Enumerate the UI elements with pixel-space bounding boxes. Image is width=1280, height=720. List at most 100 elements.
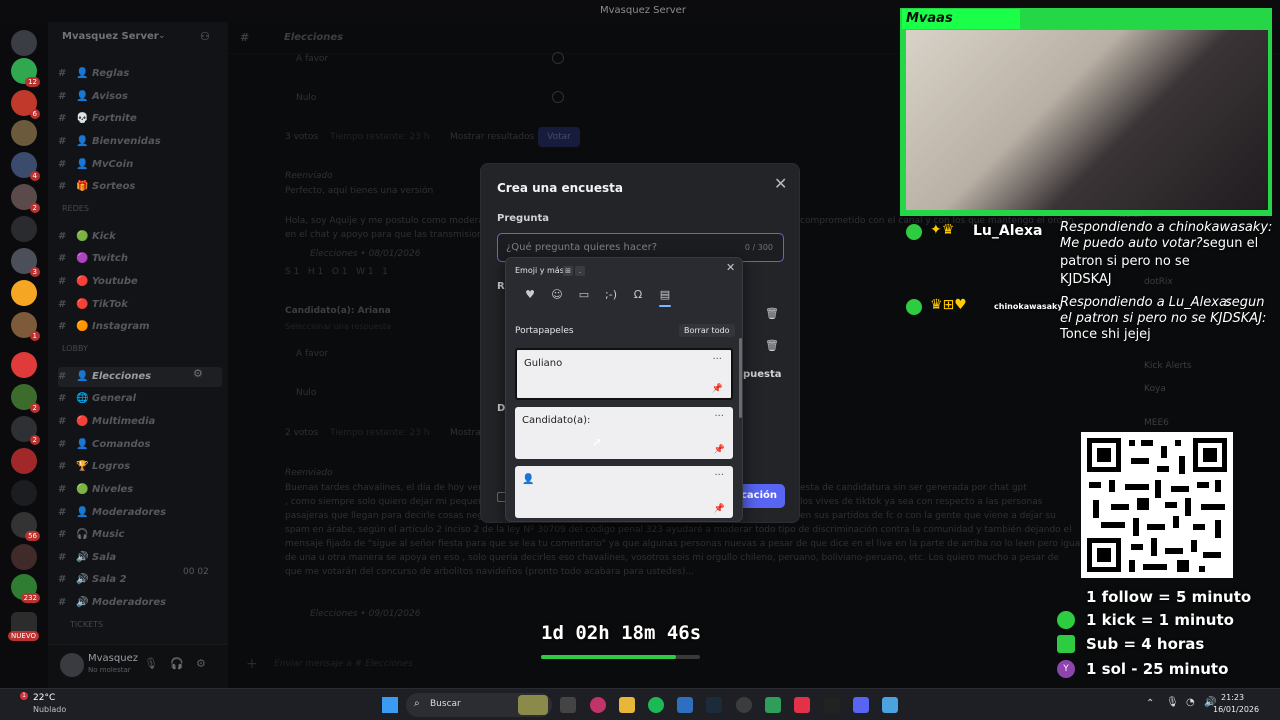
channel-item[interactable]: # 👤 Bienvenidas [58, 132, 222, 152]
user-settings-icon[interactable]: ⚙ [196, 657, 206, 670]
wifi-icon[interactable]: ◔ [1186, 697, 1195, 708]
server-icon[interactable]: 2 [11, 184, 40, 213]
mic-icon[interactable]: 🎙 [1166, 697, 1179, 708]
channel-item[interactable]: # 🎧 Music [58, 525, 222, 545]
taskbar-search[interactable]: ⌕ Buscar [406, 693, 552, 717]
pin-icon[interactable]: 📌 [714, 504, 725, 514]
clipboard-icon[interactable]: ▤ [658, 288, 672, 302]
server-icon[interactable] [11, 216, 37, 242]
badge: 2 [29, 203, 40, 213]
channel-item[interactable]: # 🌐 General [58, 389, 222, 409]
channel-label: Niveles [92, 484, 134, 495]
server-icon[interactable]: 2 [11, 416, 40, 445]
weather-status[interactable]: Nublado [33, 705, 66, 714]
server-icon[interactable] [11, 352, 37, 378]
clipboard-item[interactable]: 👤 ··· 📌 [515, 466, 733, 518]
add-friend-icon[interactable]: ⚇ [200, 30, 210, 43]
channel-item[interactable]: # 🏆 Logros [58, 457, 222, 477]
channel-item[interactable]: # 👤 Comandos [58, 435, 222, 455]
category-label[interactable]: LOBBY [62, 344, 88, 353]
more-icon[interactable]: ··· [714, 470, 724, 481]
add-answer-button[interactable]: puesta [743, 369, 782, 380]
notepad-icon[interactable] [882, 697, 898, 713]
server-icon[interactable] [11, 120, 37, 146]
server-icon[interactable]: 1 [11, 312, 40, 341]
server-icon[interactable] [11, 480, 37, 506]
server-name[interactable]: Mvasquez Server [62, 31, 159, 42]
channel-item[interactable]: # 🟣 Twitch [58, 249, 222, 269]
terminal-icon[interactable] [706, 697, 722, 713]
app-icon[interactable] [765, 697, 781, 713]
server-icon[interactable]: 6 [11, 90, 40, 119]
discord-icon[interactable] [853, 697, 869, 713]
file-explorer-icon[interactable] [619, 697, 635, 713]
channel-item[interactable]: # 🔴 Multimedia [58, 412, 222, 432]
trash-icon[interactable]: 🗑 [765, 307, 779, 320]
server-icon[interactable]: 3 [11, 248, 40, 277]
close-icon[interactable]: ✕ [726, 261, 735, 274]
clipboard-text: Candidato(a): [522, 415, 591, 426]
more-icon[interactable]: ··· [712, 354, 722, 365]
store-icon[interactable] [677, 697, 693, 713]
server-icon[interactable]: 2 [11, 384, 40, 413]
more-icon[interactable]: ··· [714, 411, 724, 422]
headphones-icon[interactable]: 🎧 [170, 657, 184, 670]
task-view-icon[interactable] [560, 697, 576, 713]
capcut-icon[interactable] [794, 697, 810, 713]
channel-item[interactable]: # 🎁 Sorteos [58, 177, 222, 197]
channel-item[interactable]: # 👤 Moderadores [58, 503, 222, 523]
trash-icon[interactable]: 🗑 [765, 339, 779, 352]
clock-time[interactable]: 21:23 [1221, 693, 1244, 702]
server-icon[interactable]: NUEVO [8, 612, 39, 641]
kaomoji-icon[interactable]: ;-) [604, 288, 618, 302]
settings-icon[interactable]: ⚙ [193, 367, 203, 380]
clear-all-button[interactable]: Borrar todo [679, 324, 735, 337]
channel-item[interactable]: # 🔴 Youtube [58, 272, 222, 292]
channel-item[interactable]: # 🔴 TikTok [58, 295, 222, 315]
channel-item[interactable]: # 🔊 Sala [58, 548, 222, 568]
channel-label: Sala 2 [92, 574, 127, 585]
channel-item[interactable]: # 🟠 Instagram [58, 317, 222, 337]
channel-item[interactable]: # 🟢 Kick [58, 227, 222, 247]
channel-item[interactable]: # 👤 Avisos [58, 87, 222, 107]
temperature[interactable]: 22°C [33, 693, 55, 703]
server-icon[interactable]: 12 [11, 58, 40, 87]
server-icon[interactable]: 232 [11, 574, 40, 603]
favorites-icon[interactable]: ♥ [523, 288, 537, 302]
search-label: Buscar [430, 699, 461, 709]
pin-icon[interactable]: 📌 [712, 384, 723, 394]
qr-code-graphic [1087, 438, 1227, 572]
category-label[interactable]: REDES [62, 204, 89, 213]
pin-icon[interactable]: 📌 [714, 445, 725, 455]
mic-icon[interactable]: 🎙 [144, 657, 158, 670]
server-icon[interactable]: 4 [11, 152, 40, 181]
clipboard-item[interactable]: Guliano ··· 📌 [515, 348, 733, 400]
console-icon[interactable] [824, 697, 840, 713]
close-icon[interactable]: ✕ [774, 174, 787, 193]
emoji-icon[interactable]: ☺ [550, 288, 564, 302]
windows-start-icon[interactable] [382, 697, 398, 713]
gif-icon[interactable]: ▭ [577, 288, 591, 302]
channel-item[interactable]: # 👤 MvCoin [58, 155, 222, 175]
chevron-up-icon[interactable]: ⌃ [1146, 698, 1154, 709]
channel-item[interactable]: # 🟢 Niveles [58, 480, 222, 500]
obs-icon[interactable] [736, 697, 752, 713]
channel-item[interactable]: # 💀 Fortnite [58, 109, 222, 129]
channel-item[interactable]: # 👤 Reglas [58, 64, 222, 84]
chevron-down-icon[interactable]: ⌄ [158, 31, 166, 41]
symbols-icon[interactable]: Ω [631, 288, 645, 302]
clipboard-item[interactable]: Candidato(a): ··· 📌 [515, 407, 733, 459]
server-icon[interactable]: 56 [11, 512, 40, 541]
spotify-icon[interactable] [648, 697, 664, 713]
channel-item[interactable]: # 🔊 Moderadores [58, 593, 222, 613]
clock-date[interactable]: 16/01/2026 [1213, 705, 1259, 714]
server-icon[interactable] [11, 544, 37, 570]
discord-home-icon[interactable] [11, 30, 37, 56]
server-icon[interactable] [11, 448, 37, 474]
scrollbar[interactable] [739, 338, 742, 418]
channel-emoji: 🟣 [76, 253, 89, 264]
category-label[interactable]: TICKETS [70, 620, 103, 629]
server-icon[interactable] [11, 280, 37, 306]
app-icon[interactable] [590, 697, 606, 713]
avatar[interactable] [60, 653, 84, 677]
